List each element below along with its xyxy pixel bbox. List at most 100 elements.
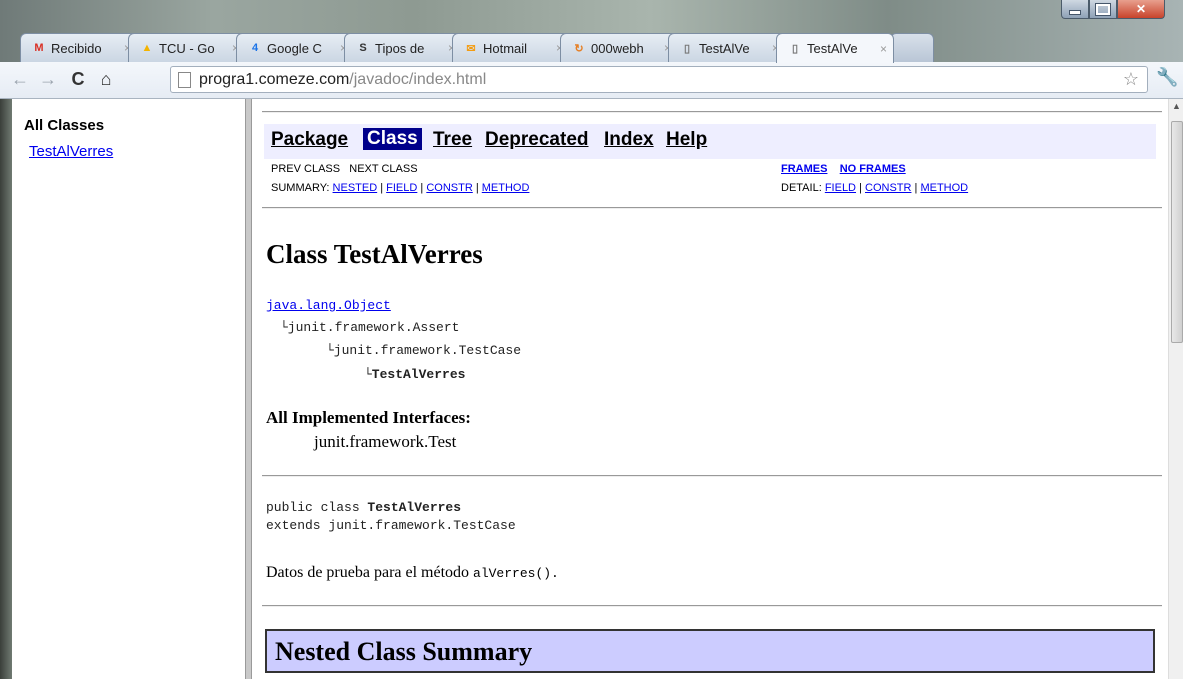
tab-label: TestAlVe (699, 40, 750, 56)
all-classes-frame: All Classes TestAlVerres (12, 99, 245, 679)
decl-class-name: TestAlVerres (367, 500, 462, 515)
forward-button[interactable]: → (36, 67, 60, 91)
nav-rule (262, 207, 1162, 209)
scroll-up-icon[interactable]: ▲ (1172, 101, 1181, 111)
address-bar[interactable]: progra1.comeze.com/javadoc/index.html ☆ (170, 66, 1148, 93)
wrench-menu-icon[interactable]: 🔧 (1156, 67, 1178, 88)
page-icon (178, 72, 191, 88)
class-declaration-line1: public class TestAlVerres (266, 500, 461, 515)
frame-divider[interactable] (245, 99, 252, 679)
detail-constr-link[interactable]: CONSTR (865, 182, 911, 194)
nav-tree[interactable]: Tree (433, 129, 472, 151)
description-text: Datos de prueba para el método (266, 564, 474, 581)
tab-label: Hotmail (483, 40, 528, 56)
browser-tab[interactable]: ↻000webh× (560, 33, 678, 62)
browser-tab[interactable]: MRecibido× (20, 33, 138, 62)
browser-tab[interactable]: ▯TestAlVe× (668, 33, 786, 62)
nav-help[interactable]: Help (666, 129, 707, 151)
summary-links: SUMMARY: NESTED | FIELD | CONSTR | METHO… (271, 182, 529, 194)
frames-links: FRAMES NO FRAMES (781, 163, 906, 175)
browser-toolbar: ← → C ⌂ progra1.comeze.com/javadoc/index… (0, 62, 1183, 99)
browser-tab[interactable]: ✉Hotmail× (452, 33, 570, 62)
page-icon: ▯ (683, 42, 691, 55)
desktop-edge (0, 99, 12, 679)
scrollbar-thumb[interactable] (1171, 121, 1183, 343)
tab-label: 000webh (591, 40, 644, 56)
java-lang-object-link[interactable]: java.lang.Object (266, 298, 391, 313)
hierarchy-root: java.lang.Object (266, 298, 391, 313)
bookmark-star-icon[interactable]: ☆ (1123, 69, 1139, 90)
class-declaration-line2: extends junit.framework.TestCase (266, 518, 516, 533)
nav-deprecated[interactable]: Deprecated (485, 129, 589, 151)
forward-arrow-icon: → (39, 68, 57, 89)
nav-class: Class (363, 128, 422, 150)
detail-field-link[interactable]: FIELD (825, 182, 856, 194)
no-frames-link[interactable]: NO FRAMES (840, 163, 906, 175)
close-window-button[interactable]: ✕ (1117, 0, 1165, 19)
decl-prefix: public class (266, 500, 368, 515)
decl-rule (262, 475, 1162, 477)
summary-rule (262, 605, 1162, 607)
tab-close-icon[interactable]: × (880, 42, 887, 56)
maximize-icon (1095, 2, 1111, 16)
loading-icon: ↻ (574, 42, 584, 55)
detail-links: DETAIL: FIELD | CONSTR | METHOD (781, 182, 968, 194)
tab-label: Google C (267, 40, 322, 56)
hierarchy-testalverres: └TestAlVerres (364, 367, 466, 382)
url-text[interactable]: progra1.comeze.com/javadoc/index.html (199, 71, 486, 89)
hierarchy-assert: └junit.framework.Assert (280, 320, 460, 335)
back-arrow-icon: ← (11, 68, 29, 89)
class-description: Datos de prueba para el método alVerres(… (266, 564, 559, 582)
summary-constr-link[interactable]: CONSTR (426, 182, 472, 194)
class-frame: Package Class Tree Deprecated Index Help… (252, 99, 1168, 679)
interfaces-heading: All Implemented Interfaces: (266, 408, 471, 427)
new-tab-button[interactable] (890, 33, 934, 62)
tab-label: Tipos de (375, 40, 425, 56)
home-button[interactable]: ⌂ (94, 67, 118, 91)
tab-label: Recibido (51, 40, 102, 56)
separator: | (472, 182, 482, 194)
detail-method-link[interactable]: METHOD (920, 182, 968, 194)
back-button[interactable]: ← (8, 67, 32, 91)
summary-label: SUMMARY: (271, 182, 330, 194)
browser-tab[interactable]: ▲TCU - Go× (128, 33, 246, 62)
browser-tab[interactable]: STipos de× (344, 33, 462, 62)
nav-package[interactable]: Package (271, 129, 348, 151)
nested-class-summary-title: Nested Class Summary (275, 637, 533, 666)
class-link-testalverres[interactable]: TestAlVerres (29, 143, 113, 160)
tab-label: TCU - Go (159, 40, 215, 56)
separator: | (856, 182, 865, 194)
browser-tab[interactable]: ▯TestAlVe× (776, 33, 894, 63)
tab-strip: MRecibido×▲TCU - Go×4Google C×STipos de×… (20, 23, 934, 63)
url-path: /javadoc/index.html (349, 71, 487, 88)
minimize-button[interactable] (1061, 0, 1089, 19)
scribd-icon: S (359, 42, 367, 54)
javadoc-navbar: Package Class Tree Deprecated Index Help (264, 124, 1156, 159)
gmail-icon: M (34, 42, 44, 54)
separator: | (377, 182, 387, 194)
interfaces-value: junit.framework.Test (314, 432, 457, 451)
vertical-scrollbar[interactable]: ▲ (1168, 99, 1183, 679)
reload-button[interactable]: C (66, 67, 90, 91)
close-icon: ✕ (1135, 2, 1147, 16)
page-content: All Classes TestAlVerres Package Class T… (0, 99, 1183, 679)
summary-nested-link[interactable]: NESTED (333, 182, 378, 194)
summary-method-link[interactable]: METHOD (482, 182, 530, 194)
frames-link[interactable]: FRAMES (781, 163, 827, 175)
nested-class-summary-header: Nested Class Summary (265, 629, 1155, 673)
nav-index[interactable]: Index (604, 129, 654, 151)
detail-label: DETAIL: (781, 182, 822, 194)
maximize-button[interactable] (1089, 0, 1117, 19)
prev-class-label: PREV CLASS (271, 163, 341, 175)
summary-field-link[interactable]: FIELD (386, 182, 417, 194)
home-icon: ⌂ (100, 68, 112, 89)
url-host: progra1.comeze.com (199, 71, 350, 88)
next-class-label: NEXT CLASS (349, 163, 418, 175)
calendar-icon: 4 (251, 42, 259, 54)
browser-tab[interactable]: 4Google C× (236, 33, 354, 62)
minimize-icon (1069, 9, 1081, 15)
drive-icon: ▲ (141, 42, 153, 54)
hotmail-icon: ✉ (466, 42, 476, 55)
prev-next-class: PREV CLASS NEXT CLASS (271, 163, 418, 175)
description-code: alVerres(). (473, 566, 559, 581)
